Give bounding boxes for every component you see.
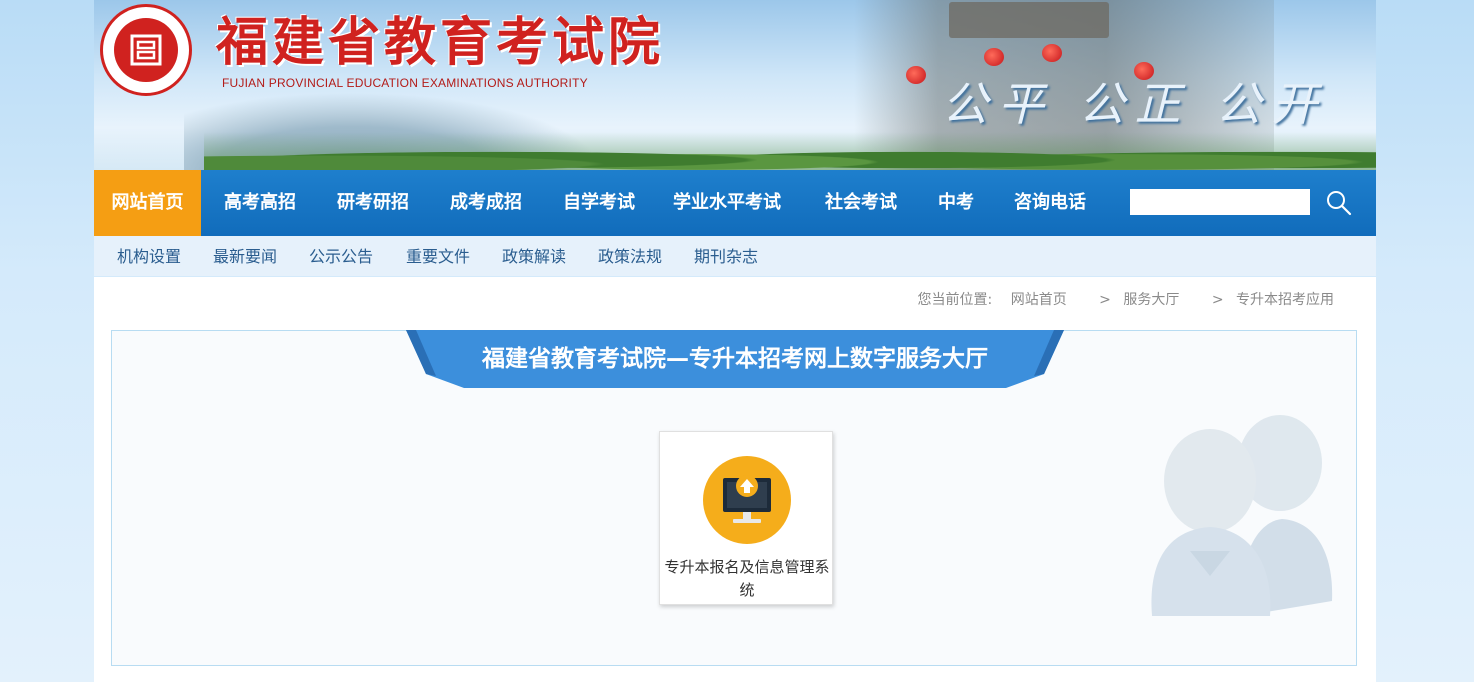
service-hall-panel: 福建省教育考试院—专升本招考网上数字服务大厅 专升本报名及信息管理系统: [111, 330, 1357, 666]
nav-item-yankao[interactable]: 研考研招: [319, 170, 427, 236]
subnav-item-journal[interactable]: 期刊杂志: [694, 236, 758, 276]
header-banner: 福建省教育考试院 FUJIAN PROVINCIAL EDUCATION EXA…: [94, 0, 1376, 170]
nav-item-zixue[interactable]: 自学考试: [545, 170, 653, 236]
nav-item-zhongkao[interactable]: 中考: [921, 170, 991, 236]
banner-gate-top: [949, 2, 1109, 38]
breadcrumb-item-current[interactable]: 专升本招考应用: [1236, 292, 1334, 308]
slogan: 公平 公正 公开: [942, 77, 1328, 131]
subnav-item-regulations[interactable]: 政策法规: [598, 236, 662, 276]
subnav-item-notice[interactable]: 公示公告: [309, 236, 373, 276]
nav-item-xueye[interactable]: 学业水平考试: [653, 170, 801, 236]
search-input[interactable]: [1130, 189, 1310, 215]
service-label: 专升本报名及信息管理系统: [664, 558, 830, 599]
nav-item-zixun[interactable]: 咨询电话: [991, 170, 1109, 236]
subnav-item-news[interactable]: 最新要闻: [213, 236, 277, 276]
site-subtitle: FUJIAN PROVINCIAL EDUCATION EXAMINATIONS…: [222, 76, 588, 90]
customer-service-icon: [1142, 401, 1342, 621]
lantern-icon: [984, 48, 1004, 66]
banner-trees: [204, 132, 1376, 170]
breadcrumb-separator: >: [1211, 292, 1224, 308]
breadcrumb-item-hall[interactable]: 服务大厅: [1123, 292, 1179, 308]
nav-item-gaokao[interactable]: 高考高招: [201, 170, 319, 236]
panel-title-ribbon: 福建省教育考试院—专升本招考网上数字服务大厅: [406, 330, 1064, 388]
page: 福建省教育考试院 FUJIAN PROVINCIAL EDUCATION EXA…: [94, 0, 1376, 682]
subnav-item-policy-explain[interactable]: 政策解读: [502, 236, 566, 276]
breadcrumb-prefix: 您当前位置:: [917, 292, 993, 308]
lantern-icon: [906, 66, 926, 84]
subnav-item-jigou[interactable]: 机构设置: [117, 236, 181, 276]
nav-item-chengkao[interactable]: 成考成招: [427, 170, 545, 236]
breadcrumb-item-home[interactable]: 网站首页: [1011, 292, 1067, 308]
main-content: 您当前位置: 网站首页 > 服务大厅 > 专升本招考应用 福建省教育考试院—专升…: [94, 277, 1376, 682]
seal-logo-icon[interactable]: [100, 4, 192, 96]
nav-item-shehui[interactable]: 社会考试: [801, 170, 921, 236]
lantern-icon: [1042, 44, 1062, 62]
breadcrumb: 您当前位置: 网站首页 > 服务大厅 > 专升本招考应用: [918, 289, 1334, 309]
main-nav: 网站首页 高考高招 研考研招 成考成招 自学考试 学业水平考试 社会考试 中考 …: [94, 170, 1376, 236]
breadcrumb-separator: >: [1099, 292, 1111, 308]
subnav-item-documents[interactable]: 重要文件: [406, 236, 470, 276]
panel-title: 福建省教育考试院—专升本招考网上数字服务大厅: [482, 346, 988, 372]
search-icon[interactable]: [1324, 188, 1354, 218]
site-title: 福建省教育考试院: [216, 12, 665, 73]
computer-upload-icon: [703, 456, 791, 544]
sub-nav: 机构设置 最新要闻 公示公告 重要文件 政策解读 政策法规 期刊杂志: [94, 236, 1376, 276]
service-card-zhuanshengben[interactable]: 专升本报名及信息管理系统: [659, 431, 833, 605]
nav-item-home[interactable]: 网站首页: [94, 170, 201, 236]
